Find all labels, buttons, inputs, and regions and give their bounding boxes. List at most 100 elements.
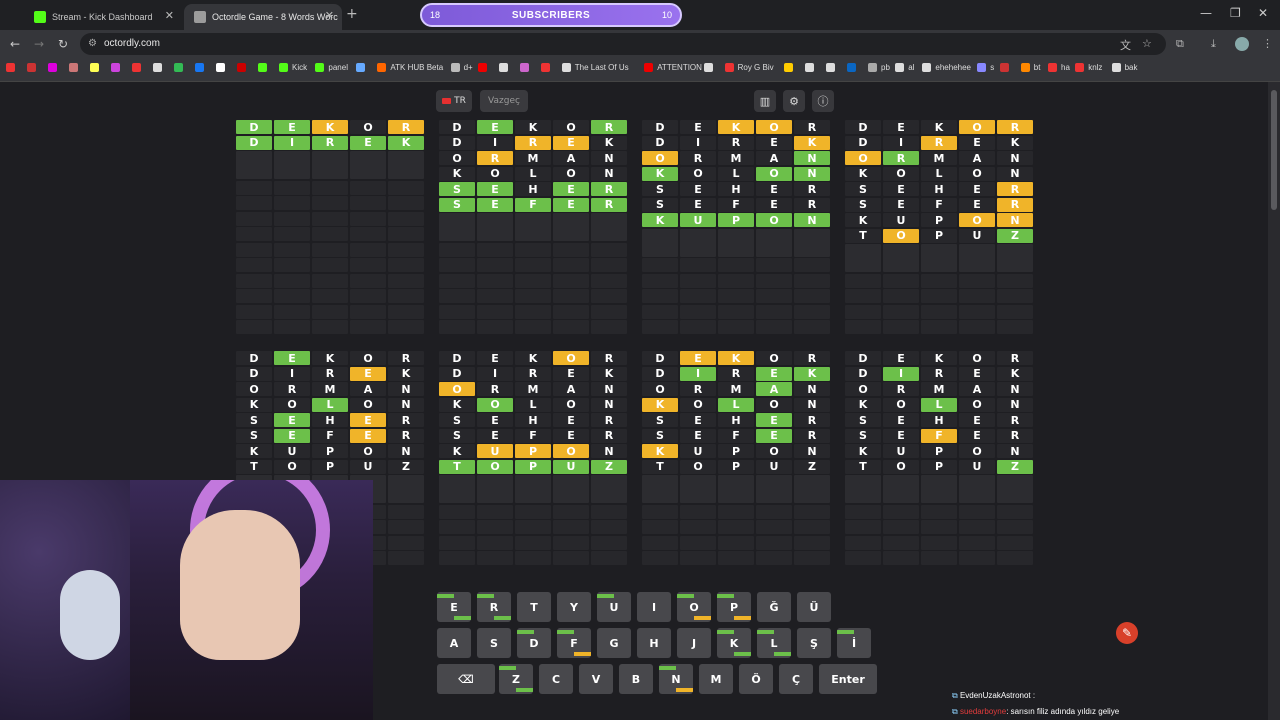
key-l[interactable]: L: [757, 628, 791, 658]
reload-icon[interactable]: ↻: [58, 37, 68, 51]
key-y[interactable]: Y: [557, 592, 591, 622]
key-g[interactable]: G: [597, 628, 631, 658]
language-button[interactable]: TR: [436, 90, 472, 112]
bookmark-item[interactable]: Kick: [279, 63, 307, 72]
info-icon[interactable]: ⓘ: [812, 90, 834, 112]
letter-tile: M: [718, 151, 754, 165]
key-o[interactable]: O: [677, 592, 711, 622]
stats-icon[interactable]: ▥: [754, 90, 776, 112]
bookmark-item[interactable]: [90, 63, 103, 72]
back-icon[interactable]: ←: [10, 37, 20, 51]
bookmark-item[interactable]: ATTENTION: [644, 63, 702, 72]
bookmark-item[interactable]: [237, 63, 250, 72]
bookmark-item[interactable]: [153, 63, 166, 72]
key-ç[interactable]: Ç: [779, 664, 813, 694]
bookmark-item[interactable]: [111, 63, 124, 72]
minimize-icon[interactable]: —: [1200, 6, 1212, 20]
bookmark-item[interactable]: bak: [1111, 63, 1138, 72]
bookmark-item[interactable]: ATK HUB Beta: [377, 63, 443, 72]
scrollbar-thumb[interactable]: [1271, 90, 1277, 210]
bookmark-item[interactable]: [27, 63, 40, 72]
bookmark-star-icon[interactable]: ☆: [1142, 37, 1152, 50]
bookmark-item[interactable]: [999, 63, 1013, 72]
extensions-icon[interactable]: ⧉: [1176, 37, 1184, 51]
key-ö[interactable]: Ö: [739, 664, 773, 694]
bookmark-item[interactable]: [48, 63, 61, 72]
key-j[interactable]: J: [677, 628, 711, 658]
bookmark-item[interactable]: Roy G Biv: [724, 63, 774, 72]
key-m[interactable]: M: [699, 664, 733, 694]
pen-widget-icon[interactable]: ✎: [1116, 622, 1138, 644]
key-ü[interactable]: Ü: [797, 592, 831, 622]
bookmark-item[interactable]: [6, 63, 19, 72]
site-info-icon[interactable]: ⚙: [88, 33, 97, 55]
bookmark-item[interactable]: bt: [1020, 63, 1040, 72]
give-up-button[interactable]: Vazgeç: [480, 90, 528, 112]
bookmark-item[interactable]: [826, 63, 839, 72]
forward-icon[interactable]: →: [34, 37, 44, 51]
settings-gear-icon[interactable]: ⚙: [783, 90, 805, 112]
bookmark-item[interactable]: ehehehee: [922, 63, 971, 72]
bookmark-item[interactable]: [784, 63, 797, 72]
profile-avatar[interactable]: [1235, 37, 1249, 51]
bookmark-item[interactable]: knlz: [1075, 63, 1102, 72]
tab-octordle[interactable]: Octordle Game - 8 Words Worc ✕: [184, 4, 342, 30]
close-tab-icon[interactable]: ✕: [165, 9, 174, 22]
key-i̇[interactable]: İ: [837, 628, 871, 658]
backspace-key[interactable]: ⌫: [437, 664, 495, 694]
key-t[interactable]: T: [517, 592, 551, 622]
enter-key[interactable]: Enter: [819, 664, 877, 694]
bookmark-item[interactable]: ha: [1048, 63, 1070, 72]
key-c[interactable]: C: [539, 664, 573, 694]
bookmark-item[interactable]: panel: [315, 63, 348, 72]
key-u[interactable]: U: [597, 592, 631, 622]
key-r[interactable]: R: [477, 592, 511, 622]
key-a[interactable]: A: [437, 628, 471, 658]
url-field[interactable]: ⚙ octordly.com: [80, 33, 1166, 55]
bookmark-item[interactable]: [703, 63, 717, 72]
bookmark-item[interactable]: [174, 63, 187, 72]
bookmark-item[interactable]: The Last Of Us: [561, 63, 629, 72]
translate-icon[interactable]: 文: [1120, 37, 1131, 53]
bookmark-item[interactable]: pb: [868, 63, 890, 72]
bookmark-item[interactable]: [805, 63, 818, 72]
window-close-icon[interactable]: ✕: [1258, 6, 1268, 20]
download-icon[interactable]: ⤓: [1211, 37, 1216, 51]
bookmark-item[interactable]: [356, 63, 369, 72]
close-tab-icon[interactable]: ✕: [325, 9, 334, 22]
letter-tile: O: [959, 351, 995, 365]
key-k[interactable]: K: [717, 628, 751, 658]
key-b[interactable]: B: [619, 664, 653, 694]
tab-kick-dashboard[interactable]: Stream - Kick Dashboard ✕: [24, 4, 182, 30]
bookmark-item[interactable]: [195, 63, 208, 72]
key-p[interactable]: P: [717, 592, 751, 622]
key-d[interactable]: D: [517, 628, 551, 658]
bookmark-item[interactable]: [216, 63, 229, 72]
bookmark-item[interactable]: [69, 63, 82, 72]
bookmark-item[interactable]: [498, 63, 512, 72]
key-s[interactable]: S: [477, 628, 511, 658]
bookmark-item[interactable]: [540, 63, 554, 72]
bookmark-item[interactable]: s: [977, 63, 994, 72]
new-tab-icon[interactable]: +: [346, 6, 358, 22]
key-n[interactable]: N: [659, 664, 693, 694]
key-ş[interactable]: Ş: [797, 628, 831, 658]
key-v[interactable]: V: [579, 664, 613, 694]
page-scrollbar[interactable]: [1268, 82, 1280, 720]
key-f[interactable]: F: [557, 628, 591, 658]
key-z[interactable]: Z: [499, 664, 533, 694]
guess-row: DIREK: [236, 135, 426, 150]
key-ğ[interactable]: Ğ: [757, 592, 791, 622]
bookmark-item[interactable]: [258, 63, 271, 72]
bookmark-item[interactable]: d+: [450, 63, 473, 72]
bookmark-item[interactable]: [132, 63, 145, 72]
bookmark-item[interactable]: al: [895, 63, 914, 72]
bookmark-item[interactable]: [847, 63, 860, 72]
bookmark-item[interactable]: [519, 63, 533, 72]
bookmark-item[interactable]: [477, 63, 491, 72]
key-e[interactable]: E: [437, 592, 471, 622]
menu-icon[interactable]: ⋮: [1262, 37, 1273, 50]
key-i[interactable]: I: [637, 592, 671, 622]
key-h[interactable]: H: [637, 628, 671, 658]
maximize-icon[interactable]: ❐: [1230, 6, 1241, 20]
